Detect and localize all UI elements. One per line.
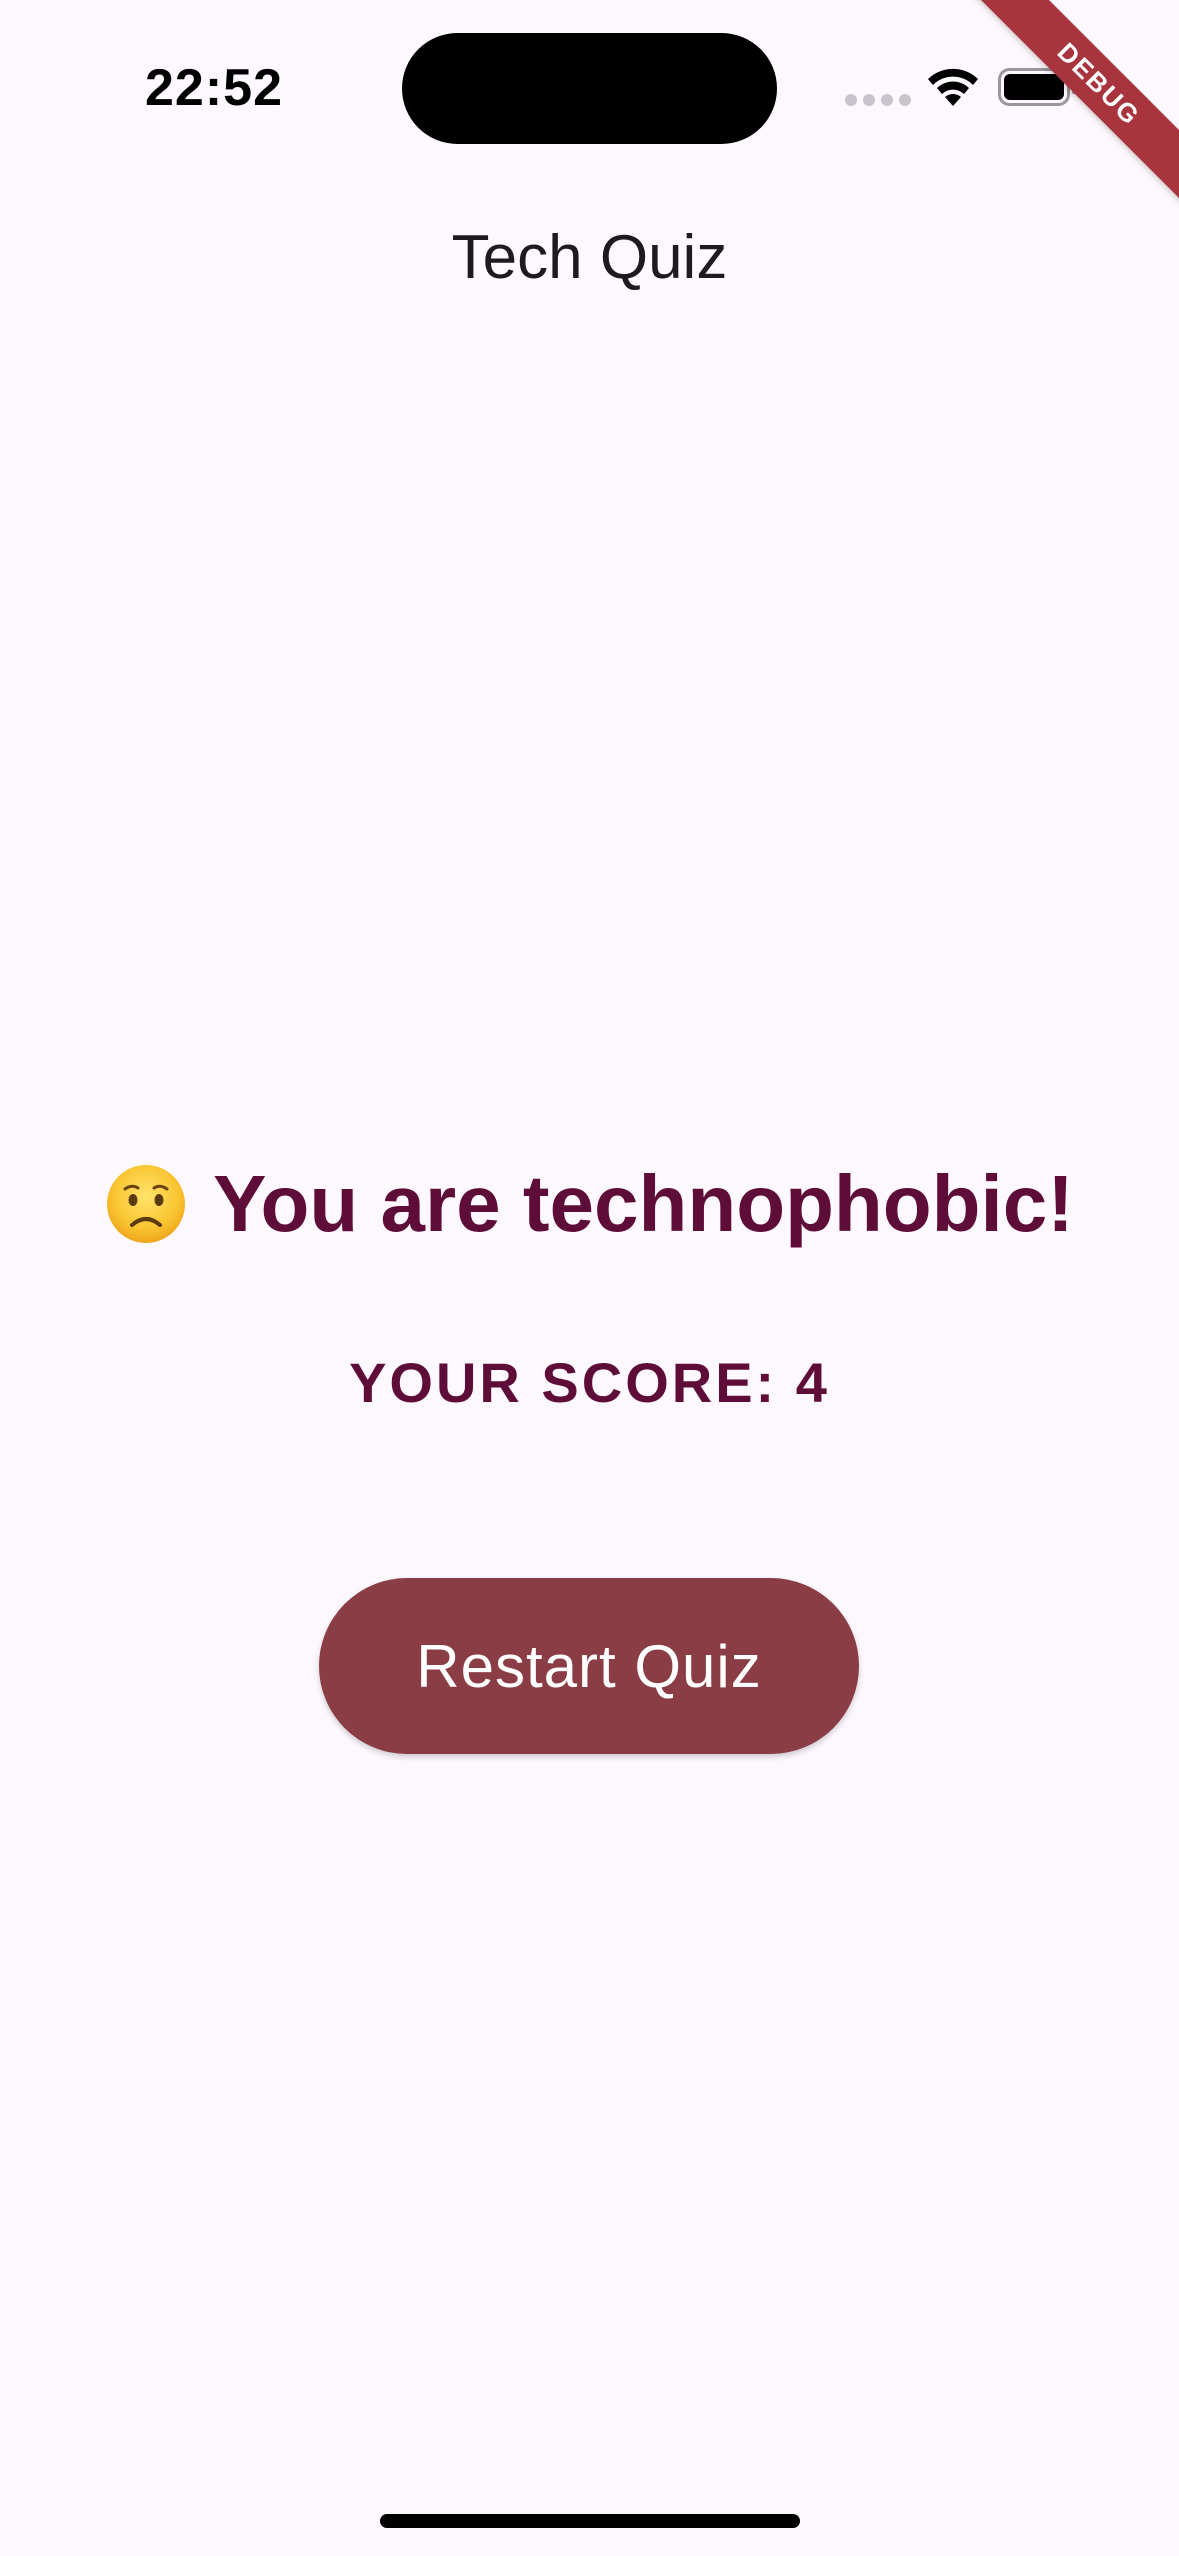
home-indicator[interactable] xyxy=(380,2514,800,2528)
restart-quiz-button[interactable]: Restart Quiz xyxy=(319,1578,859,1754)
worried-face-icon xyxy=(107,1165,186,1243)
quiz-result-screen: 22:52 DEBUG Tech Quiz You are technophob… xyxy=(0,0,1179,2556)
status-bar-time: 22:52 xyxy=(145,59,283,117)
dynamic-island xyxy=(402,33,777,144)
cellular-signal-icon xyxy=(845,94,911,106)
score-label: YOUR SCORE: 4 xyxy=(349,1351,830,1414)
wifi-icon xyxy=(928,68,978,106)
result-message-row: You are technophobic! xyxy=(0,1158,1179,1250)
app-bar-title: Tech Quiz xyxy=(451,223,728,292)
result-message: You are technophobic! xyxy=(213,1159,1074,1248)
